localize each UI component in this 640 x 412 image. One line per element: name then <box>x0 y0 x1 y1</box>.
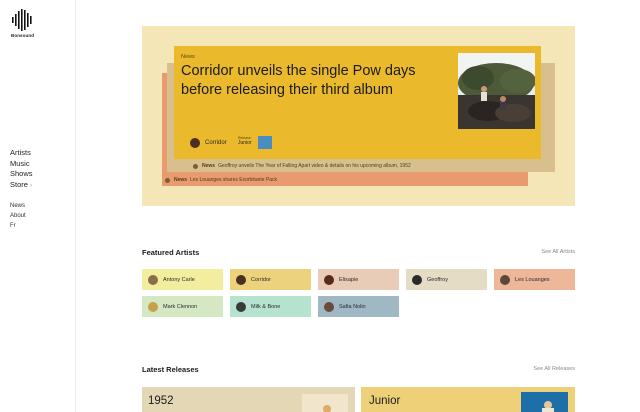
nav-music[interactable]: Music <box>10 159 33 170</box>
language-toggle[interactable]: Fr <box>10 221 26 231</box>
artist-name: Mark Clennon <box>163 303 198 310</box>
latest-releases-heading: Latest Releases <box>142 365 199 374</box>
see-all-artists-link[interactable]: See All Artists <box>541 249 575 255</box>
avatar <box>324 301 334 312</box>
avatar <box>165 177 170 183</box>
artist-name: Elisapie <box>339 276 359 283</box>
nav-store[interactable]: Store › <box>10 180 33 192</box>
avatar <box>412 274 422 285</box>
avatar <box>148 274 158 285</box>
hero-photo[interactable] <box>458 53 535 129</box>
featured-artists-heading: Featured Artists <box>142 248 200 257</box>
release-cover-thumbnail[interactable] <box>258 136 272 149</box>
artist-name: Antony Carle <box>163 276 195 283</box>
artist-chip[interactable]: Milk & Bone <box>230 296 311 317</box>
release-name: Junior <box>238 140 252 146</box>
news-text: Geoffroy unveils The Year of Falling Apa… <box>218 163 411 169</box>
album-art-image <box>542 401 554 412</box>
avatar <box>148 301 158 312</box>
album-art-image <box>323 405 331 412</box>
secondary-nav: News About Fr <box>10 201 26 231</box>
hero-release-tag[interactable]: Release Junior <box>238 136 252 146</box>
brand-logo[interactable]: Bonsound <box>11 9 37 38</box>
hero-headline[interactable]: Corridor unveils the single Pow days bef… <box>181 62 436 100</box>
nav-store-label: Store <box>10 179 28 189</box>
chevron-right-icon: › <box>29 182 32 189</box>
artist-chip[interactable]: Antony Carle <box>142 269 223 290</box>
release-title: Junior <box>369 395 401 407</box>
soundwave-logo-icon <box>12 9 32 31</box>
see-all-releases-link[interactable]: See All Releases <box>533 366 575 372</box>
artist-name: Les Louanges <box>515 276 550 283</box>
release-cover <box>302 394 348 412</box>
artist-chip[interactable]: Safia Nolin <box>318 296 399 317</box>
artist-name: Safia Nolin <box>339 303 366 310</box>
avatar <box>236 274 246 285</box>
news-teaser[interactable]: News Les Louanges shares Exorbitante Pac… <box>165 177 277 183</box>
artist-chip[interactable]: Mark Clennon <box>142 296 223 317</box>
artist-chip[interactable]: Corridor <box>230 269 311 290</box>
artist-chip[interactable]: Geoffroy <box>406 269 487 290</box>
release-card[interactable]: 1952 <box>142 387 355 412</box>
hero-artist-name: Corridor <box>205 140 227 146</box>
news-text: Les Louanges shares Exorbitante Pack <box>190 177 278 183</box>
avatar <box>193 163 198 169</box>
avatar <box>190 138 200 148</box>
avatar <box>500 274 510 285</box>
nav-news[interactable]: News <box>10 201 26 211</box>
artist-name: Geoffroy <box>427 276 448 283</box>
news-teaser[interactable]: News Geoffroy unveils The Year of Fallin… <box>193 163 411 169</box>
release-title: 1952 <box>148 395 174 407</box>
artist-chip[interactable]: Les Louanges <box>494 269 575 290</box>
hero-category-label: News <box>181 54 195 60</box>
main-nav: Artists Music Shows Store › <box>10 148 33 191</box>
band-photo-image <box>458 53 535 129</box>
nav-artists[interactable]: Artists <box>10 148 33 159</box>
avatar <box>324 274 334 285</box>
artist-name: Milk & Bone <box>251 303 281 310</box>
brand-name: Bonsound <box>11 33 35 38</box>
artist-chip[interactable]: Elisapie <box>318 269 399 290</box>
nav-shows[interactable]: Shows <box>10 169 33 180</box>
sidebar: Bonsound Artists Music Shows Store › News… <box>0 0 76 412</box>
avatar <box>236 301 246 312</box>
news-source: News <box>202 163 216 169</box>
hero-artist-tag[interactable]: Corridor <box>190 138 227 148</box>
news-source: News <box>174 177 188 183</box>
release-cover <box>521 392 568 412</box>
nav-about[interactable]: About <box>10 211 26 221</box>
artist-name: Corridor <box>251 276 271 283</box>
release-card[interactable]: Junior <box>361 387 575 412</box>
